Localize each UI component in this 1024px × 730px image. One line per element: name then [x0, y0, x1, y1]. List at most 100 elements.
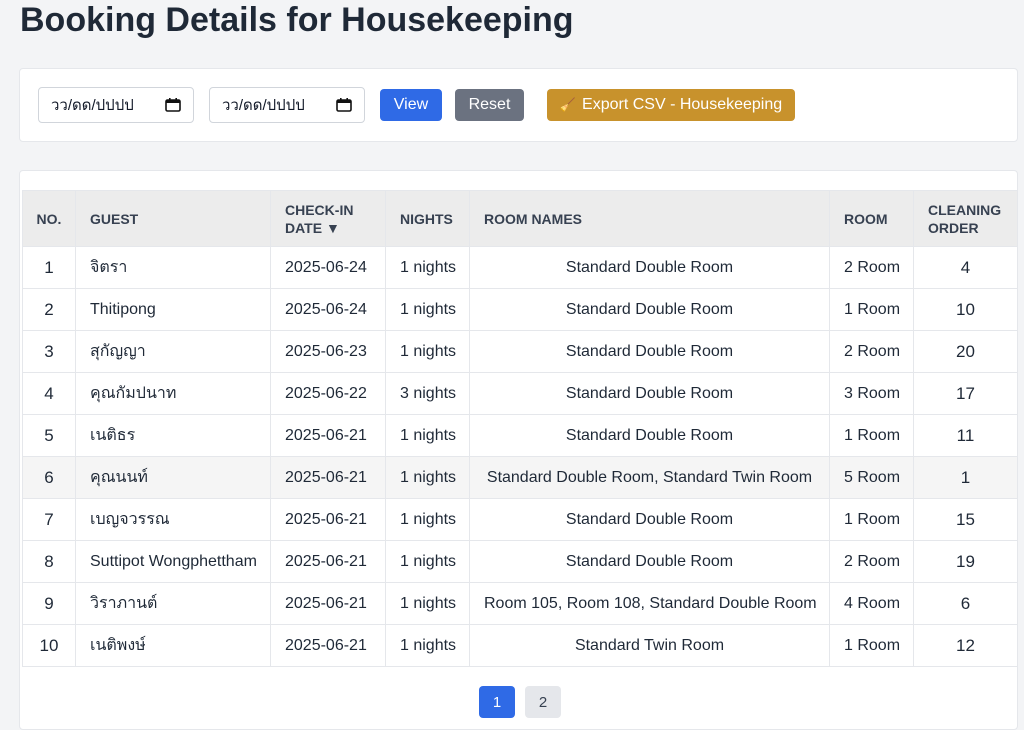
room-count-cell: 2 Room [829, 540, 914, 583]
cleaning-order-cell: 15 [913, 498, 1018, 541]
guest-cell: Suttipot Wongphettham [75, 540, 271, 583]
page-button-1[interactable]: 1 [479, 686, 515, 718]
end-date-input[interactable]: วว/ดด/ปปปป [209, 87, 365, 123]
start-date-input[interactable]: วว/ดด/ปปปป [38, 87, 194, 123]
table-row: 3 สุกัญญา 2025-06-23 1 nights Standard Doubl… [22, 330, 1018, 373]
pagination: 1 2 [479, 686, 561, 718]
room-count-cell: 1 Room [829, 624, 914, 667]
page-title: Booking Details for Housekeeping [20, 1, 574, 39]
nights-cell: 1 nights [385, 540, 470, 583]
room-count-cell: 4 Room [829, 582, 914, 625]
table-row: 8 Suttipot Wongphettham 2025-06-21 1 nights… [22, 540, 1018, 583]
room-names-cell: Standard Double Room [469, 372, 830, 415]
room-names-cell: Standard Double Room [469, 246, 830, 289]
checkin-date-cell: 2025-06-21 [270, 414, 386, 457]
header-nights: NIGHTS [385, 190, 470, 247]
room-names-cell: Standard Double Room, Standard Twin Room [469, 456, 830, 499]
nights-cell: 1 nights [385, 498, 470, 541]
room-names-cell: Standard Double Room [469, 498, 830, 541]
header-room: ROOM [829, 190, 914, 247]
guest-cell: เนติพงษ์ [75, 624, 271, 667]
cleaning-order-cell: 19 [913, 540, 1018, 583]
room-count-cell: 5 Room [829, 456, 914, 499]
nights-cell: 1 nights [385, 288, 470, 331]
cleaning-order-cell: 6 [913, 582, 1018, 625]
nights-cell: 1 nights [385, 624, 470, 667]
nights-cell: 1 nights [385, 246, 470, 289]
room-count-cell: 1 Room [829, 414, 914, 457]
cleaning-order-cell: 12 [913, 624, 1018, 667]
row-no-cell: 4 [22, 372, 76, 415]
header-cleaning-order: CLEANING ORDER [913, 190, 1018, 247]
room-count-cell: 2 Room [829, 330, 914, 373]
row-no-cell: 9 [22, 582, 76, 625]
view-button[interactable]: View [380, 89, 442, 121]
export-csv-button[interactable]: 🧹 Export CSV - Housekeeping [547, 89, 795, 121]
nights-cell: 1 nights [385, 330, 470, 373]
guest-cell: เบญจวรรณ [75, 498, 271, 541]
header-no: NO. [22, 190, 76, 247]
row-no-cell: 6 [22, 456, 76, 499]
guest-cell: คุณกัมปนาท [75, 372, 271, 415]
checkin-date-cell: 2025-06-23 [270, 330, 386, 373]
reset-button[interactable]: Reset [455, 89, 524, 121]
row-no-cell: 8 [22, 540, 76, 583]
guest-cell: Thitipong [75, 288, 271, 331]
room-names-cell: Standard Double Room [469, 288, 830, 331]
table-row: 9 วิราภานต์ 2025-06-21 1 nights Room 105, Ro… [22, 582, 1018, 625]
room-names-cell: Standard Twin Room [469, 624, 830, 667]
room-names-cell: Standard Double Room [469, 414, 830, 457]
room-names-cell: Standard Double Room [469, 330, 830, 373]
bookings-table: NO. GUEST CHECK-IN DATE ▼ NIGHTS ROOM NA… [22, 190, 1018, 667]
room-count-cell: 1 Room [829, 498, 914, 541]
table-row: 2 Thitipong 2025-06-24 1 nights Standard Dou… [22, 288, 1018, 331]
cleaning-order-cell: 11 [913, 414, 1018, 457]
room-count-cell: 3 Room [829, 372, 914, 415]
guest-cell: คุณนนท์ [75, 456, 271, 499]
table-row: 7 เบญจวรรณ 2025-06-21 1 nights Standard Doub… [22, 498, 1018, 541]
cleaning-order-cell: 1 [913, 456, 1018, 499]
row-no-cell: 5 [22, 414, 76, 457]
cleaning-order-cell: 4 [913, 246, 1018, 289]
guest-cell: จิตรา [75, 246, 271, 289]
checkin-date-cell: 2025-06-24 [270, 288, 386, 331]
guest-cell: วิราภานต์ [75, 582, 271, 625]
table-row: 10 เนติพงษ์ 2025-06-21 1 nights Standard Twi… [22, 624, 1018, 667]
calendar-icon[interactable] [165, 98, 181, 112]
checkin-date-cell: 2025-06-24 [270, 246, 386, 289]
calendar-icon[interactable] [336, 98, 352, 112]
row-no-cell: 7 [22, 498, 76, 541]
export-csv-label: Export CSV - Housekeeping [582, 96, 783, 113]
table-row: 5 เนติธร 2025-06-21 1 nights Standard Double… [22, 414, 1018, 457]
checkin-date-cell: 2025-06-21 [270, 582, 386, 625]
page-button-2[interactable]: 2 [525, 686, 561, 718]
checkin-date-cell: 2025-06-21 [270, 624, 386, 667]
checkin-date-cell: 2025-06-21 [270, 540, 386, 583]
start-date-placeholder: วว/ดด/ปปปป [51, 97, 134, 114]
guest-cell: เนติธร [75, 414, 271, 457]
end-date-placeholder: วว/ดด/ปปปป [222, 97, 305, 114]
table-header-row: NO. GUEST CHECK-IN DATE ▼ NIGHTS ROOM NA… [22, 190, 1018, 247]
nights-cell: 3 nights [385, 372, 470, 415]
cleaning-order-cell: 17 [913, 372, 1018, 415]
guest-cell: สุกัญญา [75, 330, 271, 373]
checkin-date-cell: 2025-06-21 [270, 456, 386, 499]
checkin-date-cell: 2025-06-22 [270, 372, 386, 415]
cleaning-order-cell: 10 [913, 288, 1018, 331]
table-row: 6 คุณนนท์ 2025-06-21 1 nights Standard Doubl… [22, 456, 1018, 499]
room-count-cell: 1 Room [829, 288, 914, 331]
row-no-cell: 1 [22, 246, 76, 289]
nights-cell: 1 nights [385, 456, 470, 499]
row-no-cell: 3 [22, 330, 76, 373]
header-room-names: ROOM NAMES [469, 190, 830, 247]
room-names-cell: Standard Double Room [469, 540, 830, 583]
row-no-cell: 2 [22, 288, 76, 331]
header-checkin-date[interactable]: CHECK-IN DATE ▼ [270, 190, 386, 247]
filter-panel: วว/ดด/ปปปป วว/ดด/ปปปป View Reset 🧹 Expor… [19, 68, 1018, 142]
nights-cell: 1 nights [385, 414, 470, 457]
table-row: 1 จิตรา 2025-06-24 1 nights Standard Double … [22, 246, 1018, 289]
row-no-cell: 10 [22, 624, 76, 667]
checkin-date-cell: 2025-06-21 [270, 498, 386, 541]
bookings-panel: NO. GUEST CHECK-IN DATE ▼ NIGHTS ROOM NA… [19, 170, 1018, 730]
nights-cell: 1 nights [385, 582, 470, 625]
